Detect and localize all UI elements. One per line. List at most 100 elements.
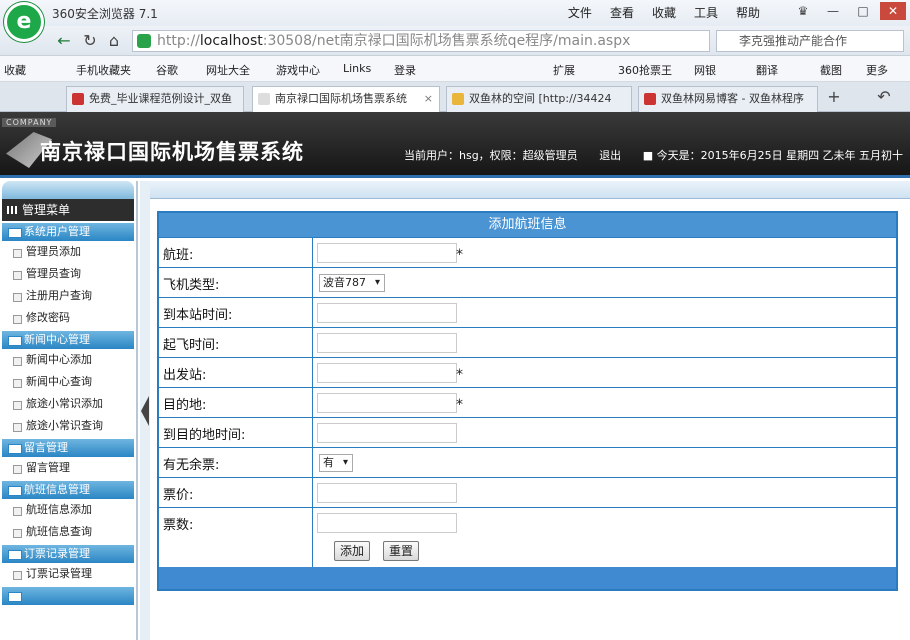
flight-number-input[interactable] <box>317 243 457 263</box>
tab-course-design[interactable]: 免费_毕业课程范例设计_双鱼 <box>66 86 244 112</box>
fav-item-google[interactable]: 谷歌 <box>156 62 178 78</box>
fav-item-links[interactable]: Links <box>343 62 371 75</box>
field-label: 起飞时间: <box>163 338 220 353</box>
page-favicon-icon <box>644 93 656 105</box>
fav-item-bank[interactable]: 网银 <box>694 62 716 78</box>
field-label: 出发站: <box>163 368 207 383</box>
system-name: 南京禄口国际机场售票系统 <box>40 140 304 164</box>
back-icon[interactable]: ← <box>54 31 74 51</box>
arrival-time-input[interactable] <box>317 303 457 323</box>
sidebar-item-news-add[interactable]: 新闻中心添加 <box>0 349 136 371</box>
field-row-flight: 航班: * <box>159 237 896 267</box>
group-news[interactable]: 新闻中心管理 <box>2 331 134 349</box>
address-path: :30508/net南京禄口国际机场售票系统qe程序/main.aspx <box>262 33 631 49</box>
favorites-bar: 收藏 手机收藏夹 谷歌 网址大全 游戏中心 Links 登录 扩展 360抢票王… <box>0 56 910 82</box>
tickets-available-select[interactable]: 有 <box>319 454 353 472</box>
sidebar-item-change-password[interactable]: 修改密码 <box>0 307 136 329</box>
refresh-icon[interactable]: ↻ <box>80 31 100 51</box>
column-divider <box>312 508 313 537</box>
undo-close-icon[interactable]: ↶ <box>874 87 894 107</box>
ticket-count-input[interactable] <box>317 513 457 533</box>
field-row-origin: 出发站: * <box>159 357 896 387</box>
fav-item-ticket[interactable]: 360抢票王 <box>618 62 672 78</box>
required-mark: * <box>456 247 463 263</box>
group-partial[interactable] <box>2 587 134 605</box>
tab-label: 南京禄口国际机场售票系统 <box>275 92 407 105</box>
sidebar-item-messages[interactable]: 留言管理 <box>0 457 136 479</box>
security-shield-icon <box>137 34 151 48</box>
price-input[interactable] <box>317 483 457 503</box>
sidebar-item-admin-add[interactable]: 管理员添加 <box>0 241 136 263</box>
address-bar[interactable]: http://localhost:30508/net南京禄口国际机场售票系统qe… <box>132 30 710 52</box>
departure-time-input[interactable] <box>317 333 457 353</box>
fav-item-translate[interactable]: 翻译 <box>756 62 778 78</box>
sidebar-item-bookings[interactable]: 订票记录管理 <box>0 563 136 585</box>
reset-button[interactable]: 重置 <box>383 541 420 561</box>
sidebar-item-tips-query[interactable]: 旅途小常识查询 <box>0 415 136 437</box>
required-mark: * <box>456 367 463 383</box>
sidebar-item-tips-add[interactable]: 旅途小常识添加 <box>0 393 136 415</box>
group-messages[interactable]: 留言管理 <box>2 439 134 457</box>
menu-favorites[interactable]: 收藏 <box>652 4 676 21</box>
destination-input[interactable] <box>317 393 457 413</box>
field-row-departure-time: 起飞时间: <box>159 327 896 357</box>
page-favicon-icon <box>258 93 270 105</box>
column-divider <box>312 268 313 297</box>
field-label: 飞机类型: <box>163 278 220 293</box>
submit-button[interactable]: 添加 <box>334 541 371 561</box>
search-input[interactable]: 李克强推动产能合作 <box>716 30 904 52</box>
close-tab-icon[interactable]: × <box>424 87 433 111</box>
tab-label: 免费_毕业课程范例设计_双鱼 <box>89 92 232 105</box>
logout-link[interactable]: 退出 <box>599 149 621 162</box>
close-window-icon[interactable]: ✕ <box>880 2 906 20</box>
minimize-icon[interactable]: — <box>820 2 846 20</box>
system-header: COMPANY 南京禄口国际机场售票系统 当前用户：hsg，权限：超级管理员 退… <box>0 112 910 178</box>
fav-item-games[interactable]: 游戏中心 <box>276 62 320 78</box>
sidebar-item-flight-add[interactable]: 航班信息添加 <box>0 499 136 521</box>
sidebar-item-news-query[interactable]: 新闻中心查询 <box>0 371 136 393</box>
collapse-arrow-icon[interactable] <box>141 396 149 426</box>
fav-item-login[interactable]: 登录 <box>394 62 416 78</box>
sidebar-splitter[interactable] <box>140 181 150 640</box>
group-flights[interactable]: 航班信息管理 <box>2 481 134 499</box>
sidebar-item-flight-query[interactable]: 航班信息查询 <box>0 521 136 543</box>
tab-label: 双鱼林网易博客 - 双鱼林程序 <box>661 92 804 105</box>
tab-blog[interactable]: 双鱼林网易博客 - 双鱼林程序 <box>638 86 818 112</box>
fav-item-extensions[interactable]: 扩展 <box>553 62 575 78</box>
browser-title-bar: 360安全浏览器 7.1 文件 查看 收藏 工具 帮助 ♛ — □ ✕ <box>0 0 910 26</box>
column-divider <box>312 537 313 567</box>
column-divider <box>312 298 313 327</box>
menu-help[interactable]: 帮助 <box>736 4 760 21</box>
new-tab-icon[interactable]: + <box>824 87 844 107</box>
navigation-bar: ← ↻ ⌂ http://localhost:30508/net南京禄口国际机场… <box>0 26 910 56</box>
browser-logo-icon[interactable]: e <box>4 2 44 42</box>
skin-icon[interactable]: ♛ <box>790 2 816 20</box>
fav-item-collect[interactable]: 收藏 <box>4 62 26 78</box>
menu-tools[interactable]: 工具 <box>694 4 718 21</box>
field-row-price: 票价: <box>159 477 896 507</box>
fav-item-mobile[interactable]: 手机收藏夹 <box>76 62 131 78</box>
menu-file[interactable]: 文件 <box>568 4 592 21</box>
field-row-tickets-available: 有无余票: 有 <box>159 447 896 477</box>
sidebar-item-admin-query[interactable]: 管理员查询 <box>0 263 136 285</box>
fav-item-more[interactable]: 更多 <box>866 62 888 78</box>
field-label: 票数: <box>163 518 194 533</box>
tab-airport-system[interactable]: 南京禄口国际机场售票系统 × <box>252 86 440 113</box>
add-flight-panel: 添加航班信息 航班: * 飞机类型: 波音787 到本站时间: 起飞时间: 出发… <box>157 211 898 591</box>
origin-input[interactable] <box>317 363 457 383</box>
address-host: localhost <box>199 33 263 49</box>
field-row-arrival-time: 到本站时间: <box>159 297 896 327</box>
fav-item-screenshot[interactable]: 截图 <box>820 62 842 78</box>
sidebar-item-user-query[interactable]: 注册用户查询 <box>0 285 136 307</box>
group-system-users[interactable]: 系统用户管理 <box>2 223 134 241</box>
destination-time-input[interactable] <box>317 423 457 443</box>
panel-title: 添加航班信息 <box>159 213 896 237</box>
menu-view[interactable]: 查看 <box>610 4 634 21</box>
home-icon[interactable]: ⌂ <box>104 31 124 51</box>
sidebar: 管理菜单 系统用户管理 管理员添加 管理员查询 注册用户查询 修改密码 新闻中心… <box>0 181 138 640</box>
group-bookings[interactable]: 订票记录管理 <box>2 545 134 563</box>
fav-item-sites[interactable]: 网址大全 <box>206 62 250 78</box>
maximize-icon[interactable]: □ <box>850 2 876 20</box>
tab-space[interactable]: 双鱼林的空间 [http://34424 <box>446 86 632 112</box>
aircraft-type-select[interactable]: 波音787 <box>319 274 385 292</box>
